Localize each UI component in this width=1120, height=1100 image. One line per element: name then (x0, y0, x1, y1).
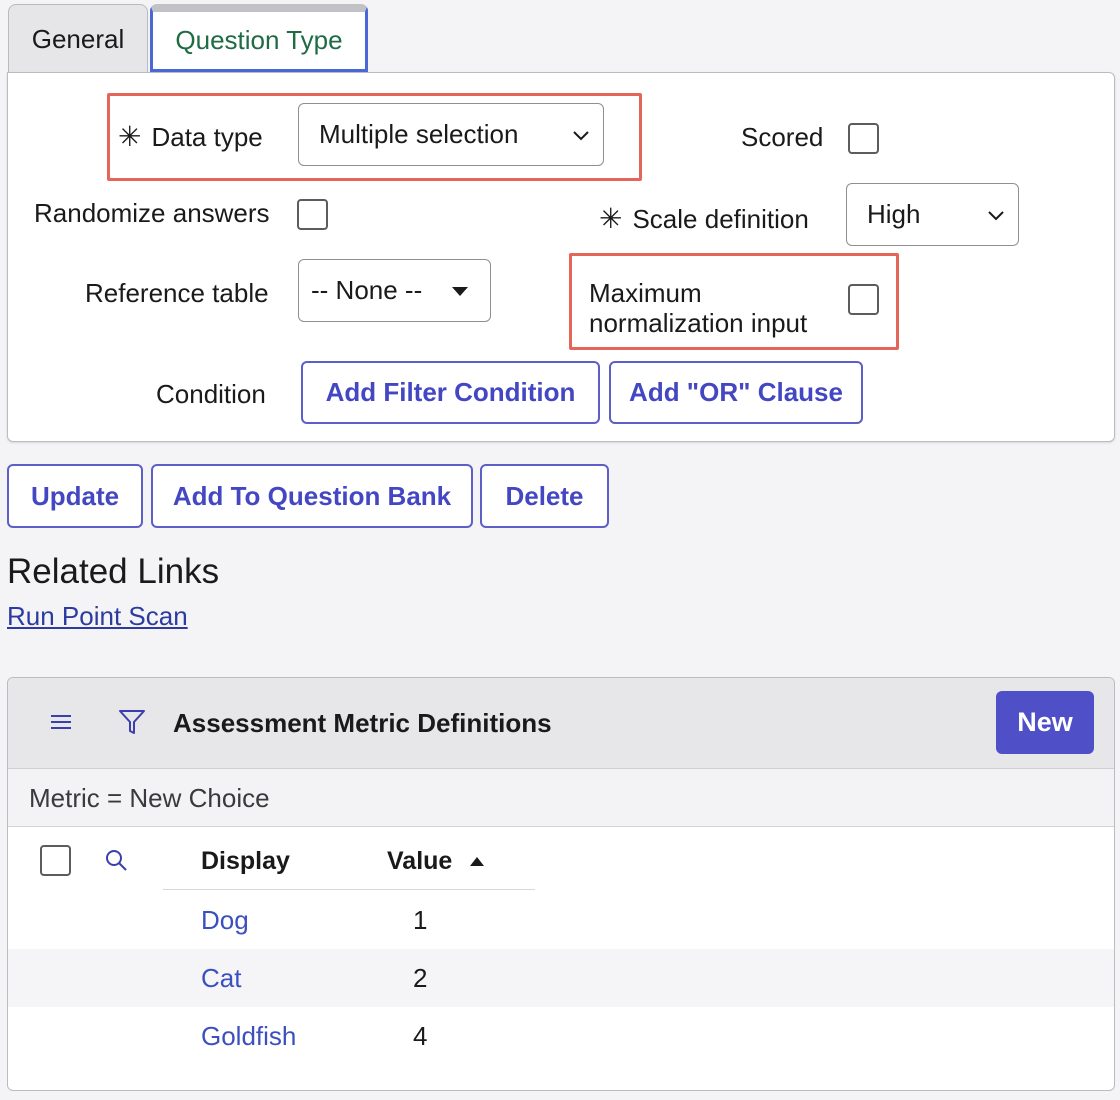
add-or-clause-button[interactable]: Add "OR" Clause (609, 361, 863, 424)
select-all-checkbox[interactable] (40, 845, 71, 876)
hamburger-menu-icon[interactable] (49, 712, 73, 732)
column-header-display[interactable]: Display (201, 847, 290, 876)
question-type-form: ✳ Data type Multiple selection Scored Ran… (7, 72, 1115, 442)
tab-general[interactable]: General (8, 4, 148, 74)
run-point-scan-link[interactable]: Run Point Scan (7, 601, 188, 632)
list-header: Assessment Metric Definitions New (8, 678, 1114, 769)
randomize-answers-checkbox[interactable] (297, 199, 328, 230)
reference-table-value: -- None -- (311, 275, 423, 305)
related-links-heading: Related Links (7, 552, 220, 591)
scored-checkbox[interactable] (848, 123, 879, 154)
reference-table-label: Reference table (85, 278, 269, 308)
randomize-answers-label: Randomize answers (34, 198, 270, 228)
value-cell: 1 (413, 905, 428, 935)
assessment-metric-definitions-list: Assessment Metric Definitions New Metric… (7, 677, 1115, 1091)
data-type-label: ✳ Data type (118, 121, 263, 152)
add-filter-condition-button[interactable]: Add Filter Condition (301, 361, 600, 424)
update-button[interactable]: Update (7, 464, 143, 528)
filter-breadcrumb: Metric = New Choice (8, 769, 1114, 827)
max-normalization-label: Maximum normalization input (589, 278, 808, 338)
data-type-value: Multiple selection (319, 119, 519, 149)
tab-general-label: General (31, 24, 125, 54)
chevron-down-icon (573, 130, 589, 140)
value-cell: 4 (413, 1021, 428, 1051)
delete-button[interactable]: Delete (480, 464, 609, 528)
tab-question-type[interactable]: Question Type (150, 4, 368, 72)
scale-definition-select[interactable]: High (846, 183, 1019, 246)
required-asterisk-icon: ✳ (118, 121, 142, 152)
caret-down-icon (452, 286, 468, 296)
condition-label: Condition (156, 379, 266, 409)
sort-ascending-icon (470, 857, 485, 867)
chevron-down-icon (988, 210, 1004, 220)
display-cell[interactable]: Dog (201, 905, 249, 936)
add-to-question-bank-button[interactable]: Add To Question Bank (151, 464, 473, 528)
reference-table-select[interactable]: -- None -- (298, 259, 491, 322)
table-row: Cat 2 (8, 949, 1114, 1007)
filter-icon[interactable] (118, 708, 146, 736)
header-divider (163, 889, 535, 890)
tab-question-type-label: Question Type (175, 25, 343, 55)
scale-definition-label: ✳ Scale definition (599, 203, 809, 234)
scored-label: Scored (741, 122, 824, 152)
value-cell: 2 (413, 963, 428, 993)
column-header-value[interactable]: Value (387, 847, 485, 876)
display-cell[interactable]: Goldfish (201, 1021, 296, 1052)
table-row: Goldfish 4 (8, 1007, 1114, 1065)
required-asterisk-icon: ✳ (599, 203, 623, 234)
max-normalization-checkbox[interactable] (848, 284, 879, 315)
table-row: Dog 1 (8, 891, 1114, 949)
scale-definition-value: High (867, 199, 921, 229)
search-icon[interactable] (104, 848, 130, 874)
display-cell[interactable]: Cat (201, 963, 241, 994)
filter-condition-text[interactable]: Metric = New Choice (29, 783, 270, 814)
data-type-select[interactable]: Multiple selection (298, 103, 604, 166)
new-button[interactable]: New (996, 691, 1094, 754)
list-title: Assessment Metric Definitions (173, 708, 552, 738)
